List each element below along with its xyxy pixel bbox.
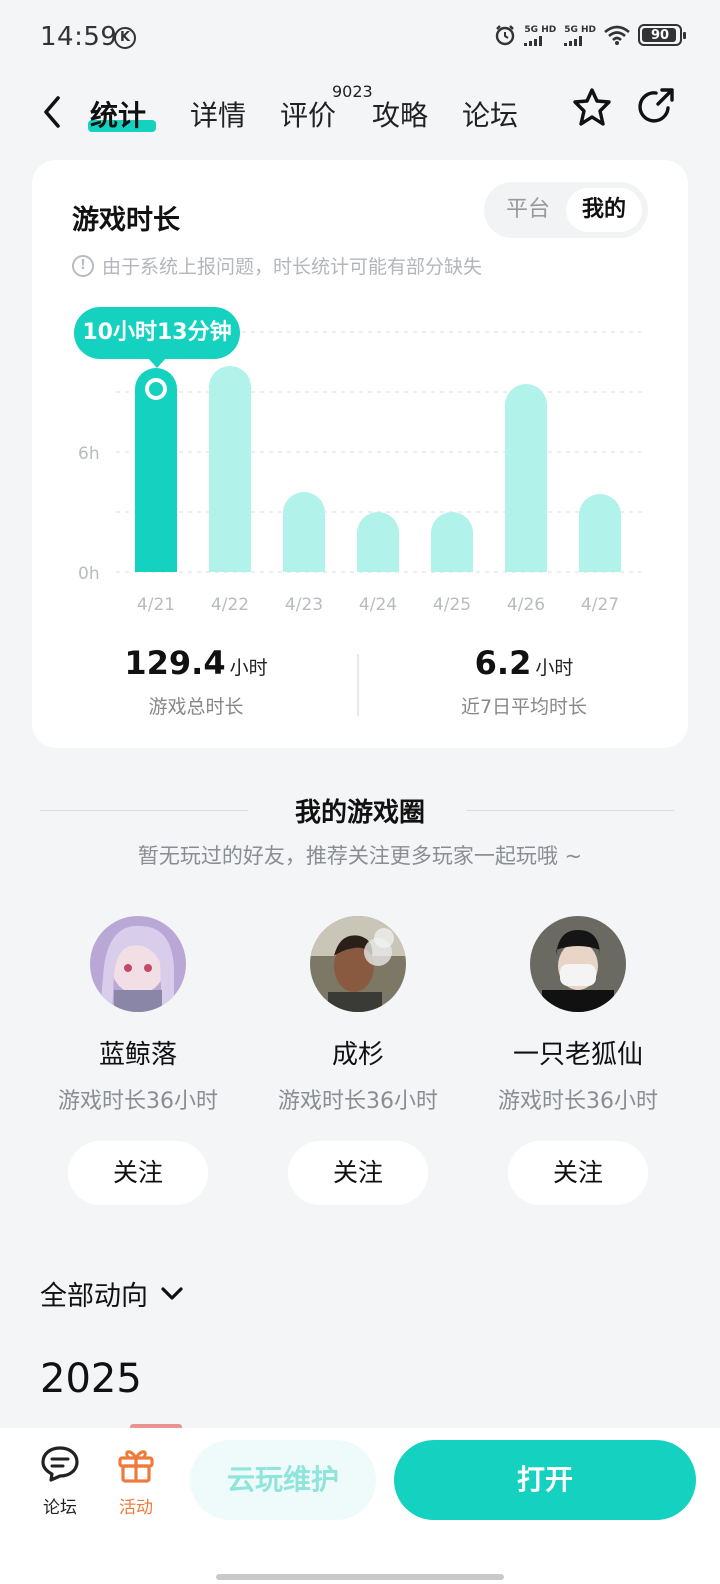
playtime-chart: 0h 6h 4/21 4/22 4/23 4/24 4/25 4/26 4/27 10小时13分… xyxy=(32,300,688,630)
open-game-button[interactable]: 打开 xyxy=(394,1440,696,1520)
summary-stats: 129.4 小时 游戏总时长 6.2 小时 近7日平均时长 xyxy=(32,644,688,734)
friend-playtime: 游戏时长36小时 xyxy=(278,1089,438,1114)
back-icon[interactable] xyxy=(38,92,68,132)
filter-label: 全部动向 xyxy=(40,1281,148,1312)
alarm-icon xyxy=(496,25,515,46)
tab-details[interactable]: 详情 xyxy=(190,94,246,134)
avatar[interactable] xyxy=(90,916,186,1012)
x-tick-label: 4/24 xyxy=(359,595,397,615)
wifi-icon xyxy=(604,25,630,45)
y-tick-label: 6h xyxy=(78,444,100,464)
bar xyxy=(283,492,325,572)
friend-name: 一只老狐仙 xyxy=(512,1040,643,1070)
top-nav: 统计 详情 评价 9023 攻略 论坛 xyxy=(0,80,720,144)
bar xyxy=(357,512,399,572)
avatar[interactable] xyxy=(310,916,406,1012)
x-tick-label: 4/23 xyxy=(285,595,323,615)
total-value: 129.4 xyxy=(124,644,226,682)
favorite-star-icon[interactable] xyxy=(570,86,614,130)
bar xyxy=(209,366,251,572)
friend-card: 蓝鲸落 游戏时长36小时 关注 xyxy=(38,916,238,1205)
status-bar: 14:59 K 5G HD 5G HD 90 xyxy=(0,0,720,76)
total-caption: 游戏总时长 xyxy=(148,696,244,718)
friend-card: 成杉 游戏时长36小时 关注 xyxy=(258,916,458,1205)
game-circle-header: 我的游戏圈 xyxy=(40,790,680,830)
bar xyxy=(579,494,621,572)
average-playtime: 6.2 小时 近7日平均时长 xyxy=(360,644,688,719)
x-tick-label: 4/27 xyxy=(581,595,619,615)
data-notice: ! 由于系统上报问题，时长统计可能有部分缺失 xyxy=(72,252,482,279)
forum-label: 论坛 xyxy=(43,1498,77,1518)
activity-filter-dropdown[interactable]: 全部动向 xyxy=(40,1274,184,1313)
forum-chat-icon xyxy=(41,1446,79,1482)
average-value: 6.2 xyxy=(474,644,532,682)
stats-divider xyxy=(357,654,359,716)
bar-tooltip: 10小时13分钟 xyxy=(74,307,240,368)
segment-mine[interactable]: 我的 xyxy=(566,188,642,232)
chevron-down-icon xyxy=(161,1286,183,1300)
bar xyxy=(505,384,547,572)
segment-platform[interactable]: 平台 xyxy=(490,188,566,232)
signal-icon-2: 5G HD xyxy=(564,25,596,46)
avatar[interactable] xyxy=(530,916,626,1012)
status-time: 14:59 xyxy=(40,22,118,52)
y-tick-label: 0h xyxy=(78,564,100,584)
friend-card: 一只老狐仙 游戏时长36小时 关注 xyxy=(478,916,678,1205)
average-unit: 小时 xyxy=(535,657,574,679)
home-indicator[interactable] xyxy=(216,1574,504,1580)
tab-guides[interactable]: 攻略 xyxy=(372,94,428,134)
x-tick-label: 4/25 xyxy=(433,595,471,615)
section-subtitle: 暂无玩过的好友，推荐关注更多玩家一起玩哦 ~ xyxy=(137,844,583,868)
total-unit: 小时 xyxy=(229,657,268,679)
tab-reviews[interactable]: 评价 xyxy=(280,94,336,134)
share-icon[interactable] xyxy=(634,86,676,128)
review-count-badge: 9023 xyxy=(332,82,373,101)
activity-button[interactable]: 活动 xyxy=(106,1444,166,1518)
friend-playtime: 游戏时长36小时 xyxy=(58,1089,218,1114)
x-tick-label: 4/21 xyxy=(137,595,175,615)
follow-button[interactable]: 关注 xyxy=(288,1141,428,1205)
x-tick-label: 4/22 xyxy=(211,595,249,615)
total-playtime: 129.4 小时 游戏总时长 xyxy=(32,644,360,719)
follow-button[interactable]: 关注 xyxy=(68,1141,208,1205)
average-caption: 近7日平均时长 xyxy=(460,696,588,718)
activity-label: 活动 xyxy=(119,1498,153,1518)
bottom-action-bar: 论坛 活动 云玩维护 打开 xyxy=(0,1428,720,1584)
x-tick-label: 4/26 xyxy=(507,595,545,615)
card-title: 游戏时长 xyxy=(72,205,180,236)
playtime-card: 游戏时长 平台 我的 ! 由于系统上报问题，时长统计可能有部分缺失 0h 6h 4/… xyxy=(32,160,688,748)
bar xyxy=(431,512,473,572)
k-badge-icon: K xyxy=(114,27,136,49)
year-heading: 2025 xyxy=(40,1356,142,1402)
friend-name: 成杉 xyxy=(331,1040,384,1070)
status-icons: 5G HD 5G HD 90 xyxy=(494,24,686,46)
friend-playtime: 游戏时长36小时 xyxy=(498,1089,658,1114)
section-title: 我的游戏圈 xyxy=(294,798,425,828)
gift-icon xyxy=(118,1450,154,1483)
battery-icon: 90 xyxy=(638,24,686,46)
friend-name: 蓝鲸落 xyxy=(98,1040,177,1070)
follow-button[interactable]: 关注 xyxy=(508,1141,648,1205)
cloud-play-button[interactable]: 云玩维护 xyxy=(190,1440,376,1520)
signal-icon-1: 5G HD xyxy=(524,25,556,46)
tab-stats[interactable]: 统计 xyxy=(90,94,146,134)
info-icon: ! xyxy=(72,254,94,277)
forum-button[interactable]: 论坛 xyxy=(30,1444,90,1518)
source-toggle: 平台 我的 xyxy=(484,182,648,238)
tab-forum[interactable]: 论坛 xyxy=(462,94,518,134)
